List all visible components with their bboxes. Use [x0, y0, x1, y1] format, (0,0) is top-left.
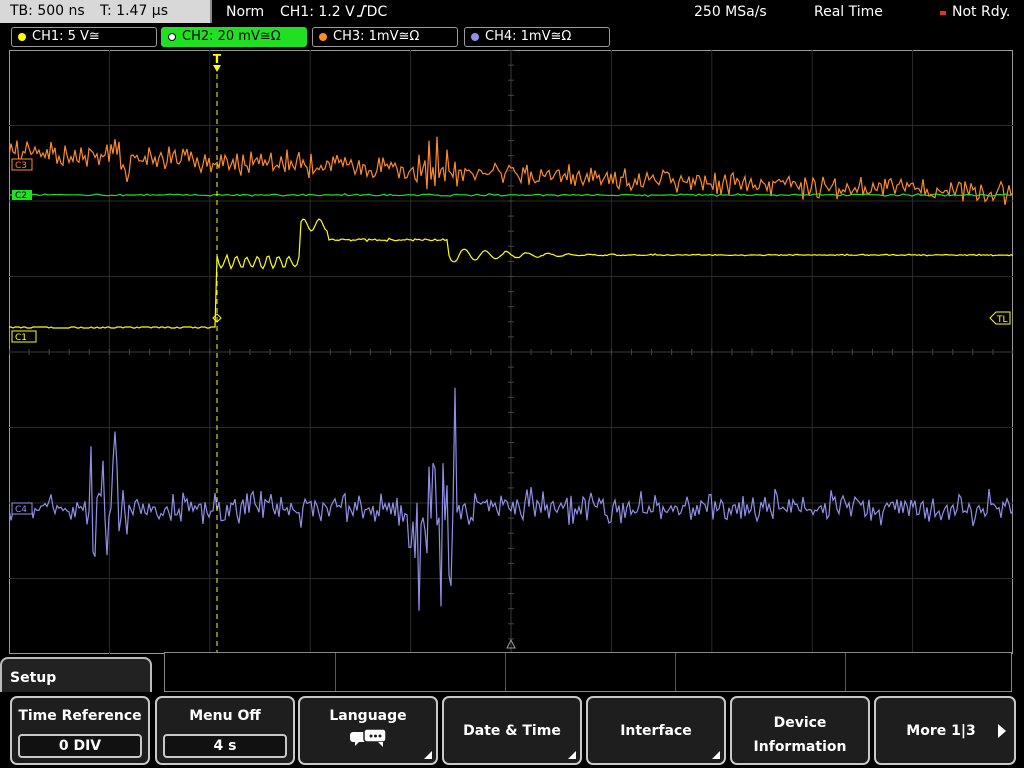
ch2-color-dot: [168, 33, 176, 41]
timebase-value: TB: 500 ns: [10, 3, 85, 19]
auxiliary-strip: [164, 652, 1012, 692]
menu-title: Setup: [10, 670, 57, 686]
softkey-interface[interactable]: Interface: [586, 696, 726, 765]
marker-label-c1: C1: [15, 333, 27, 343]
ch3-color-dot: [319, 33, 327, 41]
softkey-label: Time Reference: [18, 708, 142, 724]
softkey-label: Interface: [620, 722, 692, 739]
softkey-bar: Time Reference 0 DIV Menu Off 4 s Langua…: [0, 692, 1024, 768]
softkey-menu-off[interactable]: Menu Off 4 s: [155, 696, 295, 765]
softkey-label-line2: Information: [753, 739, 847, 755]
language-speech-bubbles-icon: [350, 728, 387, 747]
softkey-label: Date & Time: [463, 722, 561, 739]
aux-divider: [505, 653, 506, 691]
channel-tab-ch2[interactable]: CH2: 20 mV≅Ω: [161, 27, 307, 47]
marker-label-c4: C4: [15, 505, 27, 515]
trigger-source[interactable]: CH1: 1.2 V DC: [280, 0, 387, 24]
sample-rate[interactable]: 250 MSa/s: [694, 0, 767, 24]
submenu-corner-icon: [712, 751, 720, 759]
aux-divider: [335, 653, 336, 691]
channel-marker-c4[interactable]: C4: [11, 502, 33, 515]
trigger-time-value: T: 1.47 µs: [100, 3, 169, 19]
more-arrow-icon: [998, 724, 1006, 738]
run-state[interactable]: Not Rdy.: [952, 0, 1010, 24]
ch1-color-dot: [18, 33, 26, 41]
channel-tab-ch1[interactable]: CH1: 5 V≅: [11, 27, 157, 47]
run-state-icon: [940, 0, 946, 24]
softkey-label: Menu Off: [189, 708, 261, 724]
softkey-language[interactable]: Language: [298, 696, 438, 765]
softkey-label: Language: [329, 708, 407, 724]
trigger-level-label: TL: [996, 315, 1008, 325]
softkey-more[interactable]: More 1|3: [874, 696, 1016, 765]
acquisition-mode[interactable]: Real Time: [814, 0, 883, 24]
submenu-corner-icon: [424, 751, 432, 759]
softkey-label-line1: Device: [773, 715, 827, 731]
trigger-source-label: CH1: 1.2 V: [280, 4, 355, 20]
marker-label-c3: C3: [15, 161, 27, 171]
ch4-color-dot: [471, 33, 479, 41]
marker-label-c2: C2: [15, 191, 27, 201]
channel-marker-c2[interactable]: C2: [12, 190, 32, 201]
channel-tab-label: CH3: 1mV≅Ω: [333, 29, 420, 44]
status-bar: TB: 500 ns T: 1.47 µs Norm CH1: 1.2 V DC …: [0, 0, 1024, 24]
channel-tab-label: CH2: 20 mV≅Ω: [182, 29, 281, 44]
channel-marker-c3[interactable]: C3: [11, 158, 33, 171]
time-reference-value[interactable]: 0 DIV: [18, 734, 142, 758]
channel-tab-ch4[interactable]: CH4: 1mV≅Ω: [464, 27, 610, 47]
aux-divider: [675, 653, 676, 691]
menu-title-tab: Setup: [0, 657, 152, 697]
softkey-label: More 1|3: [906, 722, 976, 739]
trigger-position-label: T: [213, 52, 222, 66]
trigger-mode[interactable]: Norm: [226, 0, 264, 24]
channel-tab-label: CH4: 1mV≅Ω: [485, 29, 572, 44]
timebase-box[interactable]: TB: 500 ns T: 1.47 µs: [0, 0, 212, 23]
waveform-display[interactable]: T C3 C2 C1 C4 TL: [9, 50, 1013, 654]
channel-tab-ch3[interactable]: CH3: 1mV≅Ω: [312, 27, 458, 47]
trigger-coupling: DC: [366, 4, 388, 20]
submenu-corner-icon: [568, 751, 576, 759]
rising-edge-icon: [356, 5, 367, 17]
channel-tab-label: CH1: 5 V≅: [32, 29, 100, 44]
aux-divider: [845, 653, 846, 691]
menu-off-value[interactable]: 4 s: [163, 734, 287, 758]
softkey-date-time[interactable]: Date & Time: [442, 696, 582, 765]
channel-marker-c1[interactable]: C1: [11, 330, 37, 343]
softkey-device-information[interactable]: Device Information: [730, 696, 870, 765]
softkey-time-reference[interactable]: Time Reference 0 DIV: [10, 696, 150, 765]
